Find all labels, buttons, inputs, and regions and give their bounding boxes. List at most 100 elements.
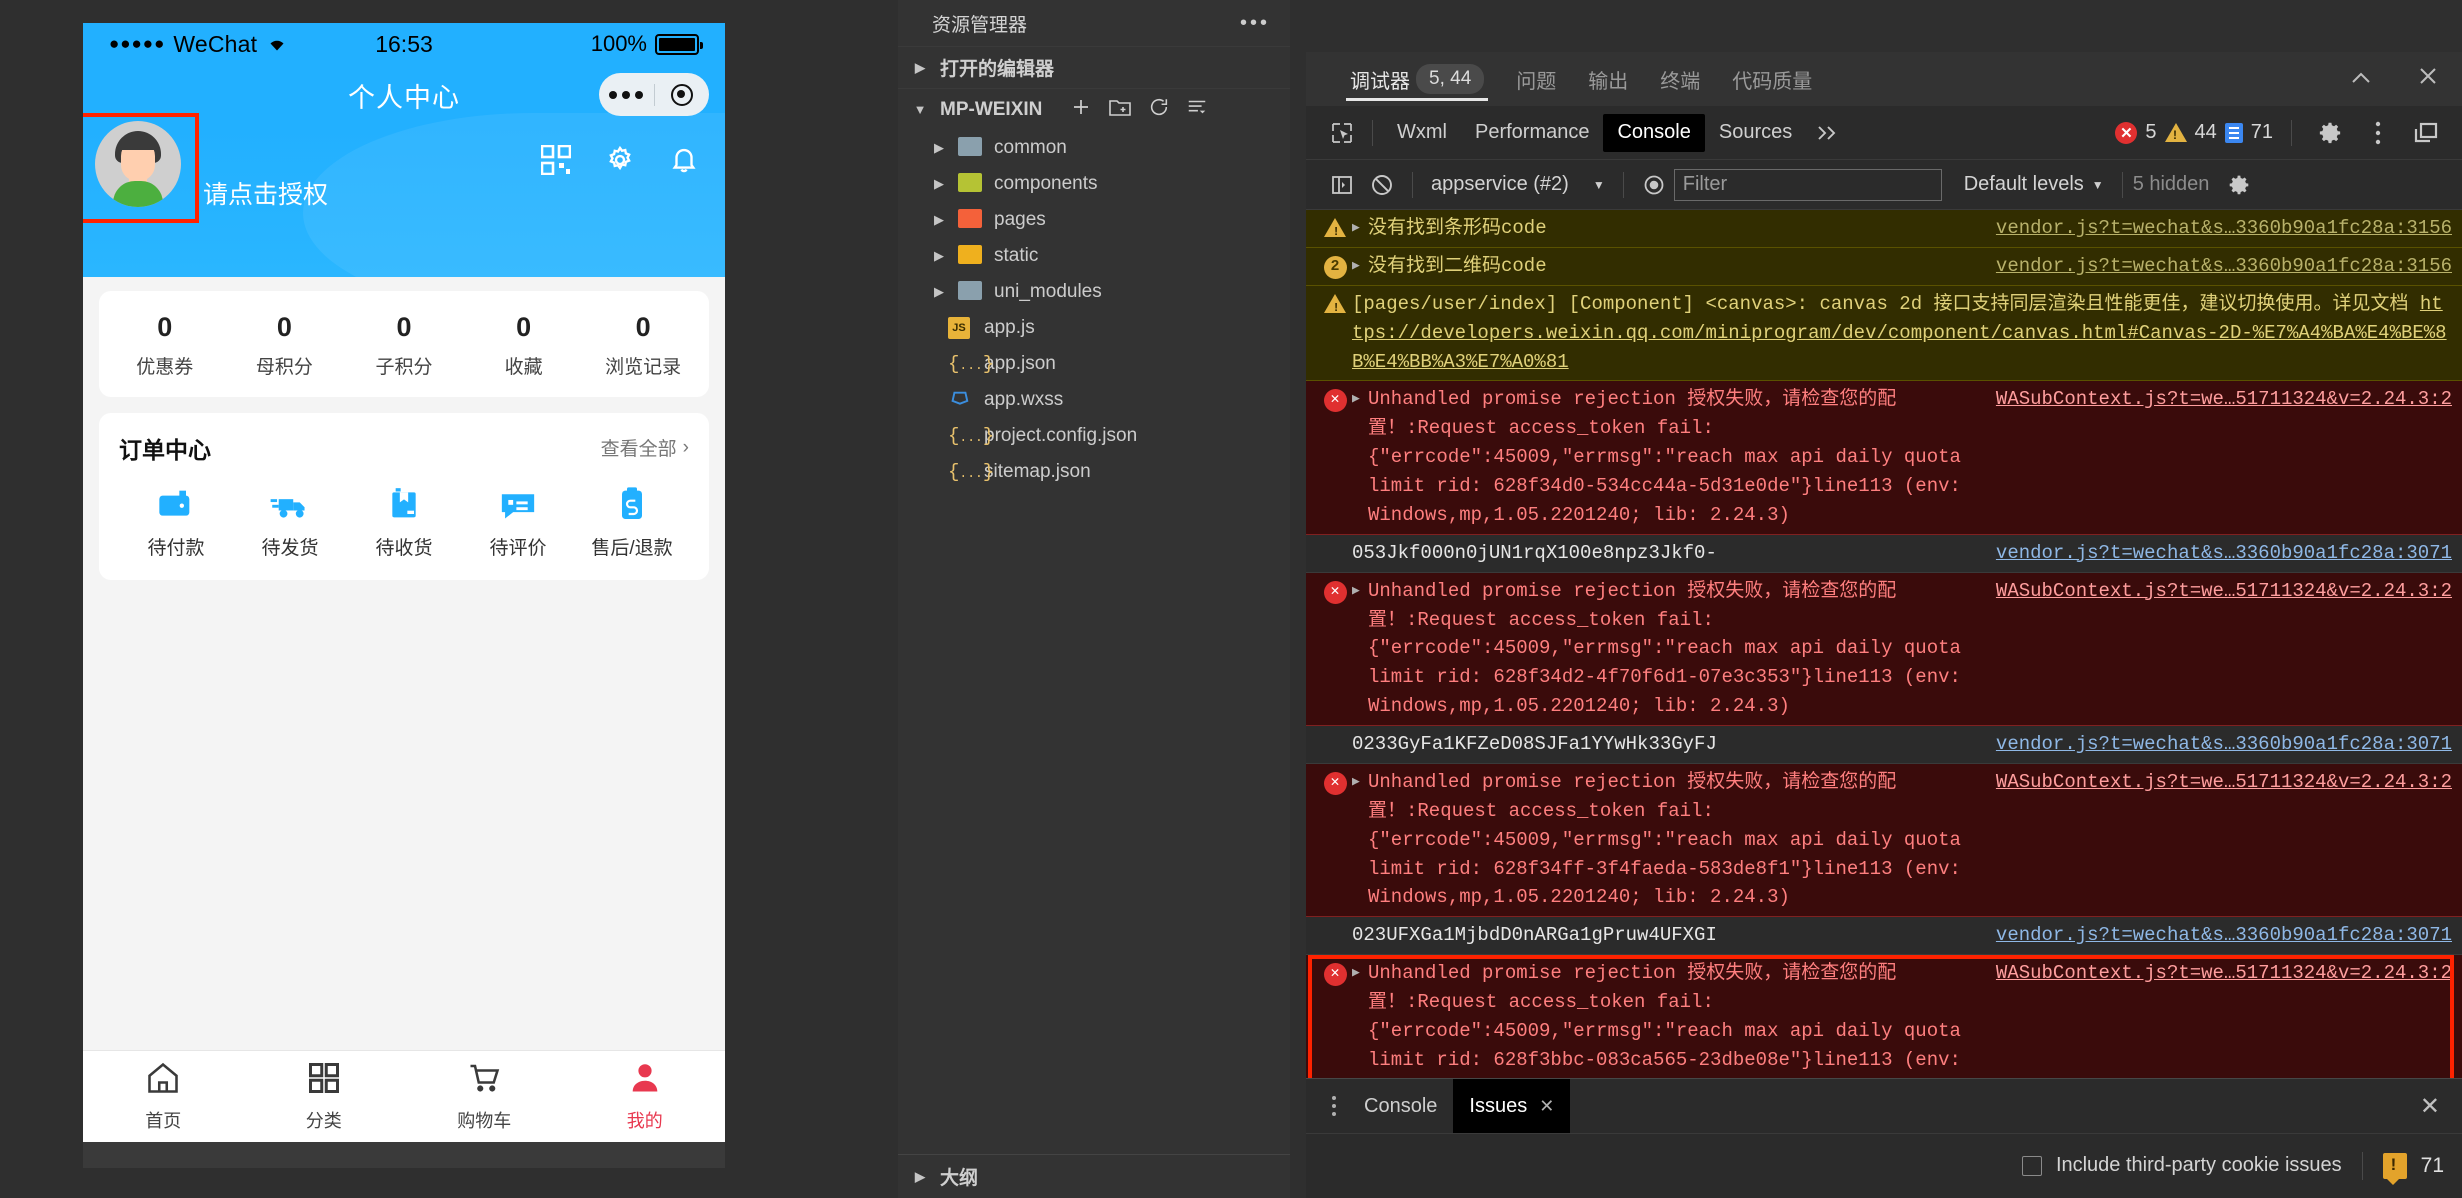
chevron-right-icon[interactable]: ▶ [930,212,948,228]
kebab-icon[interactable] [2358,116,2398,150]
source-link[interactable]: vendor.js?t=wechat&s…3360b90a1fc28a:3071 [1996,924,2452,946]
source-link[interactable]: WASubContext.js?t=we…51711324&v=2.24.3:2 [1996,388,2452,410]
gear-icon[interactable] [605,145,635,175]
console-entry-error[interactable]: ✕ ▶ Unhandled promise rejection 授权失败，请检查… [1306,572,2462,726]
source-link[interactable]: vendor.js?t=wechat&s…3360b90a1fc28a:3156 [1996,217,2452,239]
console-source-link[interactable]: vendor.js?t=wechat&s…3360b90a1fc28a:3071 [1982,539,2452,568]
gear-icon[interactable] [2219,168,2259,202]
tab-cart[interactable]: 购物车 [404,1051,565,1142]
console-source-link[interactable]: vendor.js?t=wechat&s…3360b90a1fc28a:3156 [1982,252,2452,281]
panel-tab-wxml[interactable]: Wxml [1383,114,1461,152]
third-party-cookie-checkbox[interactable] [2021,1155,2042,1176]
expand-arrow-icon[interactable]: ▶ [1352,768,1368,792]
outline-section[interactable]: ▶ 大纲 [898,1154,1290,1198]
close-icon[interactable]: ✕ [1539,1096,1554,1117]
stat-item[interactable]: 0 子积分 [344,311,464,379]
dock-icon[interactable] [2406,116,2446,150]
chevron-right-icon[interactable]: ▶ [930,284,948,300]
new-file-icon[interactable] [1070,96,1092,124]
chevron-right-icon[interactable]: ▶ [930,140,948,156]
open-editors-section[interactable]: ▶ 打开的编辑器 [898,46,1290,88]
tree-item-folder[interactable]: ▶ static [898,238,1290,274]
gear-icon[interactable] [2310,116,2350,150]
chevron-right-icon[interactable]: ▶ [930,176,948,192]
clear-console-icon[interactable] [1362,168,1402,202]
bell-icon[interactable] [669,145,699,175]
more-dots-icon[interactable]: ••• [1240,12,1270,35]
source-link[interactable]: WASubContext.js?t=we…51711324&v=2.24.3:2 [1996,771,2452,793]
order-status-pending-shipment[interactable]: 待发货 [233,483,347,560]
tab-problems[interactable]: 问题 [1500,52,1572,106]
expand-arrow-icon[interactable]: ▶ [1352,214,1368,238]
tree-item-folder[interactable]: ▶ pages [898,202,1290,238]
console-source-link[interactable]: vendor.js?t=wechat&s…3360b90a1fc28a:3156 [1982,214,2452,243]
capsule-button[interactable] [599,73,709,116]
console-entry-warning[interactable]: 2 ▶ 没有找到二维码code vendor.js?t=wechat&s…336… [1306,247,2462,286]
tree-item-file[interactable]: app.wxss [898,382,1290,418]
log-levels-selector[interactable]: Default levels ▼ [1956,173,2112,196]
tab-mine[interactable]: 我的 [565,1051,726,1142]
console-entry-warning[interactable]: [pages/user/index] [Component] <canvas>:… [1306,285,2462,382]
console-entry-warning[interactable]: ▶ 没有找到条形码code vendor.js?t=wechat&s…3360b… [1306,210,2462,248]
filter-input[interactable]: Filter [1673,168,1942,201]
expand-arrow-icon[interactable]: ▶ [1352,577,1368,601]
drawer-tab-console[interactable]: Console [1348,1086,1453,1126]
source-link[interactable]: vendor.js?t=wechat&s…3360b90a1fc28a:3156 [1996,255,2452,277]
chevron-right-icon[interactable]: ▶ [910,1169,930,1185]
target-icon[interactable] [655,83,710,106]
live-expression-icon[interactable] [1634,168,1674,202]
console-source-link[interactable]: vendor.js?t=wechat&s…3360b90a1fc28a:3071 [1982,730,2452,759]
project-section[interactable]: ▼ MP-WEIXIN [898,88,1290,130]
console-entry-log[interactable]: 0233GyFa1KFZeD08SJFa1YYwHk33GyFJ vendor.… [1306,726,2462,764]
source-link[interactable]: WASubContext.js?t=we…51711324&v=2.24.3:2 [1996,580,2452,602]
chevron-double-right-icon[interactable] [1806,116,1846,150]
tab-debugger[interactable]: 调试器 5, 44 [1334,52,1500,106]
order-status-pending-receipt[interactable]: 待收货 [347,483,461,560]
chevron-down-icon[interactable]: ▼ [910,102,930,117]
new-folder-icon[interactable] [1108,96,1132,124]
tree-item-file[interactable]: {...} project.config.json [898,418,1290,454]
tree-item-folder[interactable]: ▶ uni_modules [898,274,1290,310]
context-selector[interactable]: appservice (#2) ▼ [1423,173,1613,196]
console-entry-log[interactable]: 023UFXGa1MjbdD0nARGa1gPruw4UFXGI vendor.… [1306,917,2462,956]
stat-item[interactable]: 0 母积分 [225,311,345,379]
tab-output[interactable]: 输出 [1572,52,1644,106]
chevron-up-icon[interactable] [2348,66,2374,93]
tab-category[interactable]: 分类 [244,1051,405,1142]
stat-item[interactable]: 0 浏览记录 [583,311,703,379]
console-entry-error[interactable]: ✕ ▶ Unhandled promise rejection 授权失败，请检查… [1306,381,2462,535]
collapse-all-icon[interactable] [1186,96,1208,124]
expand-arrow-icon[interactable]: ▶ [1352,252,1368,276]
auth-prompt-label[interactable]: 请点击授权 [203,175,328,211]
close-icon[interactable] [2416,64,2440,94]
console-log-list[interactable]: ▶ 没有找到条形码code vendor.js?t=wechat&s…3360b… [1306,210,2462,1078]
expand-arrow-icon[interactable]: ▶ [1352,385,1368,409]
stat-item[interactable]: 0 收藏 [464,311,584,379]
panel-tab-console[interactable]: Console [1603,113,1705,152]
console-source-link[interactable]: WASubContext.js?t=we…51711324&v=2.24.3:2 [1982,768,2452,797]
order-status-pending-review[interactable]: 待评价 [461,483,575,560]
inspect-cursor-icon[interactable] [1322,116,1362,150]
tree-item-file[interactable]: JS app.js [898,310,1290,346]
stat-item[interactable]: 0 优惠券 [105,311,225,379]
tree-item-file[interactable]: {...} app.json [898,346,1290,382]
more-dots-icon[interactable] [599,90,654,99]
panel-tab-performance[interactable]: Performance [1461,114,1604,152]
order-status-pending-payment[interactable]: 待付款 [119,483,233,560]
console-source-link[interactable]: WASubContext.js?t=we…51711324&v=2.24.3:2 [1982,385,2452,414]
panel-tab-sources[interactable]: Sources [1705,114,1806,152]
order-status-refund[interactable]: 售后/退款 [575,483,689,560]
kebab-icon[interactable] [1320,1096,1348,1116]
drawer-tab-issues[interactable]: Issues ✕ [1453,1079,1571,1133]
tree-item-file[interactable]: {...} sitemap.json [898,454,1290,490]
tab-code-quality[interactable]: 代码质量 [1716,52,1828,106]
source-link[interactable]: vendor.js?t=wechat&s…3360b90a1fc28a:3071 [1996,542,2452,564]
source-link[interactable]: vendor.js?t=wechat&s…3360b90a1fc28a:3071 [1996,733,2452,755]
console-entry-error[interactable]: ✕ ▶ Unhandled promise rejection 授权失败，请检查… [1306,763,2462,918]
view-all-orders-link[interactable]: 查看全部 › [601,434,689,461]
close-icon[interactable]: ✕ [2420,1092,2440,1121]
qrcode-icon[interactable] [540,144,572,176]
tree-item-folder[interactable]: ▶ components [898,166,1290,202]
console-source-link[interactable]: WASubContext.js?t=we…51711324&v=2.24.3:2 [1982,577,2452,606]
chevron-right-icon[interactable]: ▶ [930,248,948,264]
